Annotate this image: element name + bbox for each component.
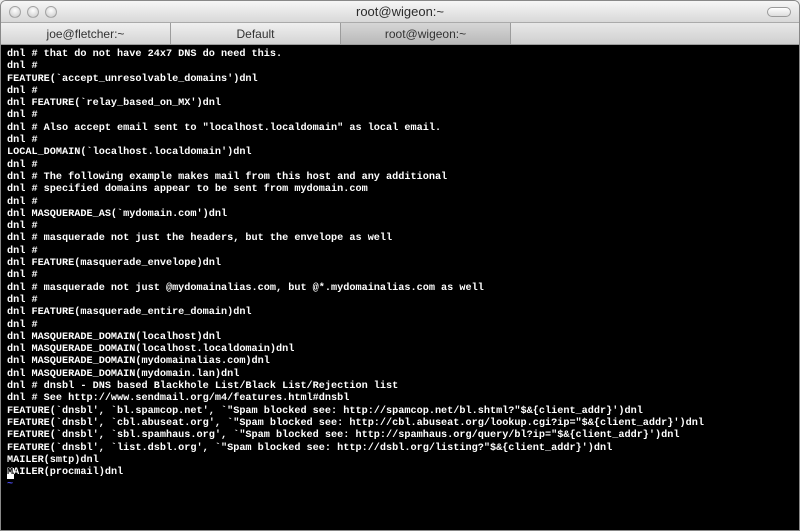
zoom-icon[interactable] — [45, 6, 57, 18]
close-icon[interactable] — [9, 6, 21, 18]
traffic-lights — [9, 6, 57, 18]
tab-label: Default — [236, 27, 274, 41]
terminal-content[interactable]: dnl # that do not have 24x7 DNS do need … — [1, 45, 799, 530]
window-title: root@wigeon:~ — [1, 4, 799, 19]
tab-bar: joe@fletcher:~ Default root@wigeon:~ — [1, 23, 799, 45]
vim-empty-line-tilde: ~ — [7, 479, 793, 491]
toolbar-pill-icon[interactable] — [767, 7, 791, 17]
minimize-icon[interactable] — [27, 6, 39, 18]
tab-root-wigeon[interactable]: root@wigeon:~ — [341, 23, 511, 44]
terminal-window: root@wigeon:~ joe@fletcher:~ Default roo… — [0, 0, 800, 531]
tab-label: root@wigeon:~ — [385, 27, 466, 41]
tab-default[interactable]: Default — [171, 23, 341, 44]
titlebar[interactable]: root@wigeon:~ — [1, 1, 799, 23]
text-cursor — [7, 468, 14, 479]
tab-joe-fletcher[interactable]: joe@fletcher:~ — [1, 23, 171, 44]
tab-label: joe@fletcher:~ — [47, 27, 125, 41]
